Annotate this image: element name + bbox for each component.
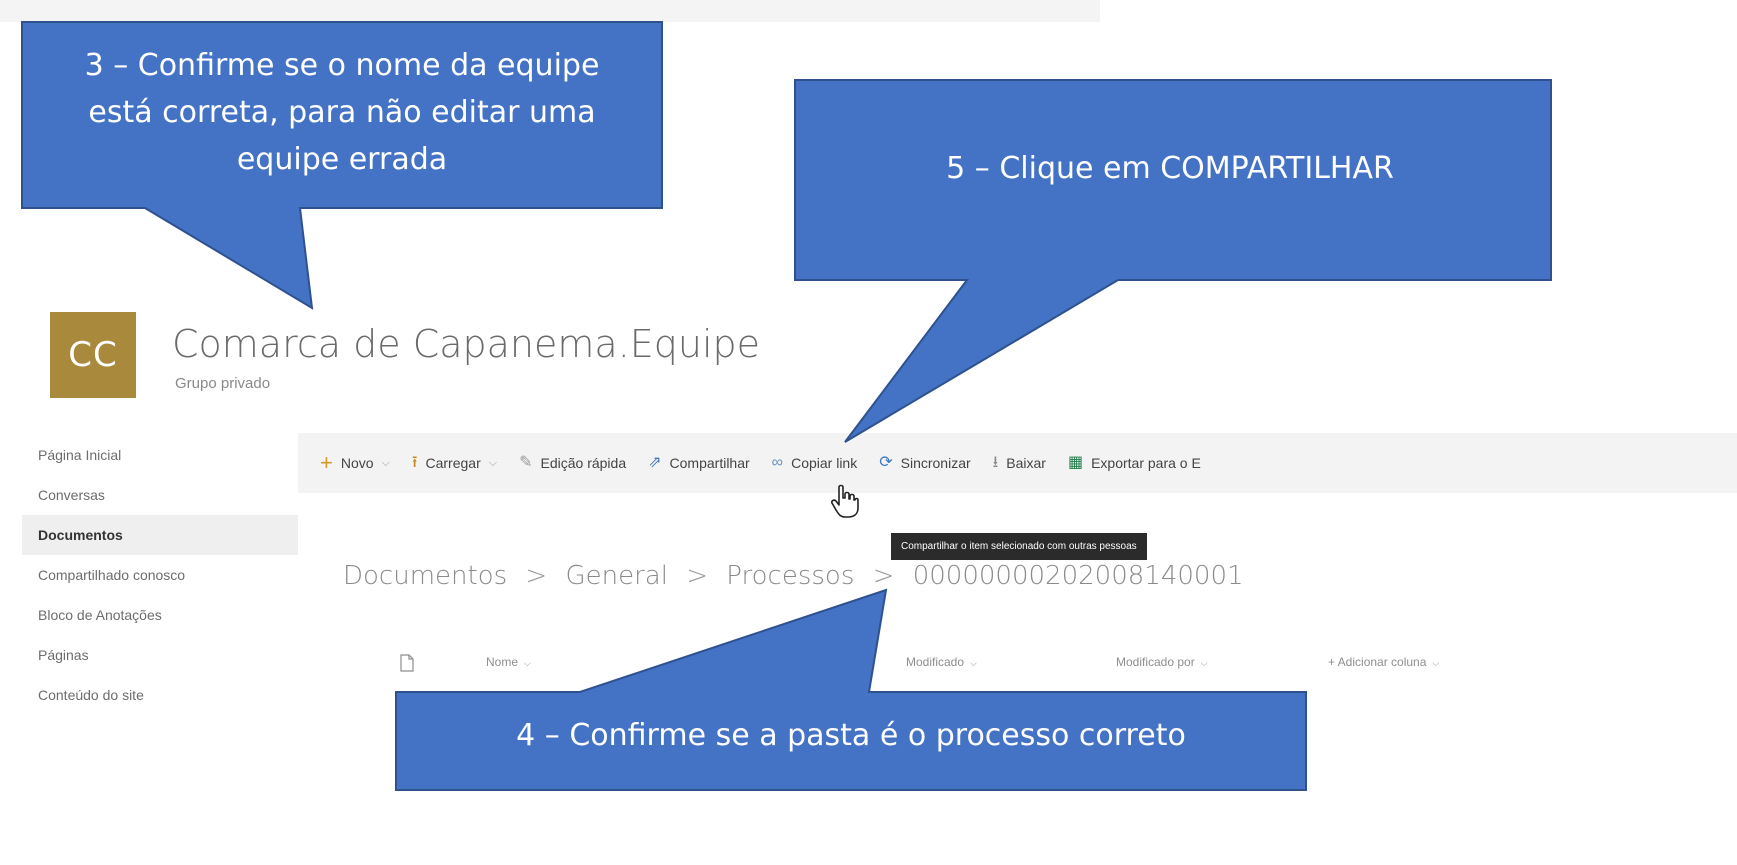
chevron-down-icon: ⌵: [970, 658, 977, 668]
new-button[interactable]: + Novo ⌵: [320, 450, 390, 475]
upload-button[interactable]: ⭱ Carregar ⌵: [411, 454, 498, 472]
callout-step-4-shape: [395, 588, 1307, 791]
sync-icon: ⟳: [879, 454, 893, 471]
callout-step-5: 5 – Clique em COMPARTILHAR: [795, 145, 1545, 192]
upload-arrow-icon: ⭱: [411, 454, 418, 471]
copy-link-label: Copiar link: [791, 455, 858, 471]
breadcrumb-separator: >: [525, 561, 548, 591]
share-tooltip: Compartilhar o item selecionado com outr…: [891, 533, 1147, 560]
column-modified-by-label: Modificado por: [1116, 655, 1195, 669]
nav-item-bloco-de-anotacoes[interactable]: Bloco de Anotações: [22, 595, 298, 635]
export-button[interactable]: ▦ Exportar para o E: [1067, 454, 1201, 472]
callout-step-5-shape: [794, 79, 1552, 443]
download-label: Baixar: [1006, 455, 1046, 471]
chevron-down-icon: ⌵: [488, 456, 498, 469]
callout-step-3-line-3: equipe errada: [236, 142, 448, 177]
command-bar: + Novo ⌵ ⭱ Carregar ⌵ ✎ Edição rápida ⇗ …: [298, 433, 1737, 493]
add-column-button[interactable]: + Adicionar coluna ⌵: [1328, 640, 1439, 684]
breadcrumb-item-current-folder[interactable]: 00000000202008140001: [913, 561, 1244, 591]
share-label: Compartilhar: [669, 455, 750, 471]
sync-button[interactable]: ⟳ Sincronizar: [879, 454, 971, 472]
column-header-modified-by[interactable]: Modificado por ⌵: [1116, 640, 1208, 684]
site-logo-initials: CC: [68, 335, 118, 375]
site-logo[interactable]: CC: [50, 312, 136, 398]
chevron-down-icon: ⌵: [1200, 658, 1208, 668]
column-modified-label: Modificado: [906, 655, 965, 669]
nav-item-pagina-inicial[interactable]: Página Inicial: [22, 435, 298, 475]
top-strip: [0, 0, 1100, 22]
column-header-modified[interactable]: Modificado ⌵: [906, 640, 977, 684]
excel-icon: ▦: [1067, 454, 1084, 471]
nav-item-compartilhado-conosco[interactable]: Compartilhado conosco: [22, 555, 298, 595]
plus-icon: +: [320, 450, 333, 475]
callout-step-3-line-1: 3 – Confirme se o nome da equipe: [84, 48, 600, 83]
chevron-down-icon: ⌵: [381, 456, 390, 469]
callout-step-4: 4 – Confirme se a pasta é o processo cor…: [396, 712, 1306, 759]
site-title[interactable]: Comarca de Capanema.Equipe: [172, 322, 760, 366]
hand-cursor-icon: [831, 484, 859, 518]
download-button[interactable]: ⭳ Baixar: [992, 454, 1046, 472]
column-name-label: Nome: [486, 655, 519, 669]
nav-item-conteudo-do-site[interactable]: Conteúdo do site: [22, 675, 298, 715]
nav-item-paginas[interactable]: Páginas: [22, 635, 298, 675]
upload-label: Carregar: [425, 455, 481, 471]
chevron-down-icon: ⌵: [524, 658, 531, 668]
breadcrumb: Documentos > General > Processos > 00000…: [343, 561, 1244, 591]
breadcrumb-item-processos[interactable]: Processos: [726, 561, 854, 591]
quick-edit-label: Edição rápida: [540, 455, 627, 471]
export-label: Exportar para o E: [1091, 455, 1201, 471]
screenshot-stage: CC Comarca de Capanema.Equipe Grupo priv…: [0, 0, 1737, 865]
breadcrumb-separator: >: [872, 561, 895, 591]
add-column-label: + Adicionar coluna: [1328, 655, 1427, 669]
share-icon: ⇗: [648, 454, 662, 471]
callout-step-5-line-1: 5 – Clique em COMPARTILHAR: [946, 151, 1394, 186]
copy-link-button[interactable]: ∞ Copiar link: [771, 454, 858, 472]
pencil-icon: ✎: [519, 454, 533, 471]
file-type-icon[interactable]: [400, 640, 414, 684]
download-arrow-icon: ⭳: [992, 454, 999, 471]
callout-step-3-line-2: está correta, para não editar uma: [88, 95, 596, 130]
chevron-down-icon: ⌵: [1432, 658, 1440, 668]
link-icon: ∞: [771, 454, 784, 471]
breadcrumb-item-documentos[interactable]: Documentos: [343, 561, 507, 591]
left-navigation: Página Inicial Conversas Documentos Comp…: [22, 431, 298, 715]
share-button[interactable]: ⇗ Compartilhar: [648, 454, 750, 472]
breadcrumb-item-general[interactable]: General: [565, 561, 667, 591]
nav-item-conversas[interactable]: Conversas: [22, 475, 298, 515]
breadcrumb-separator: >: [686, 561, 709, 591]
quick-edit-button[interactable]: ✎ Edição rápida: [519, 454, 627, 472]
sync-label: Sincronizar: [900, 455, 971, 471]
site-subtitle: Grupo privado: [175, 375, 271, 392]
nav-item-documentos[interactable]: Documentos: [22, 515, 298, 555]
list-column-header: Nome ⌵ Modificado ⌵ Modificado por ⌵ + Adic…: [298, 640, 1737, 684]
new-label: Novo: [340, 455, 374, 471]
column-header-name[interactable]: Nome ⌵: [486, 640, 531, 684]
callout-step-4-line-1: 4 – Confirme se a pasta é o processo cor…: [516, 718, 1186, 753]
callout-step-3: 3 – Confirme se o nome da equipe está co…: [22, 42, 662, 183]
